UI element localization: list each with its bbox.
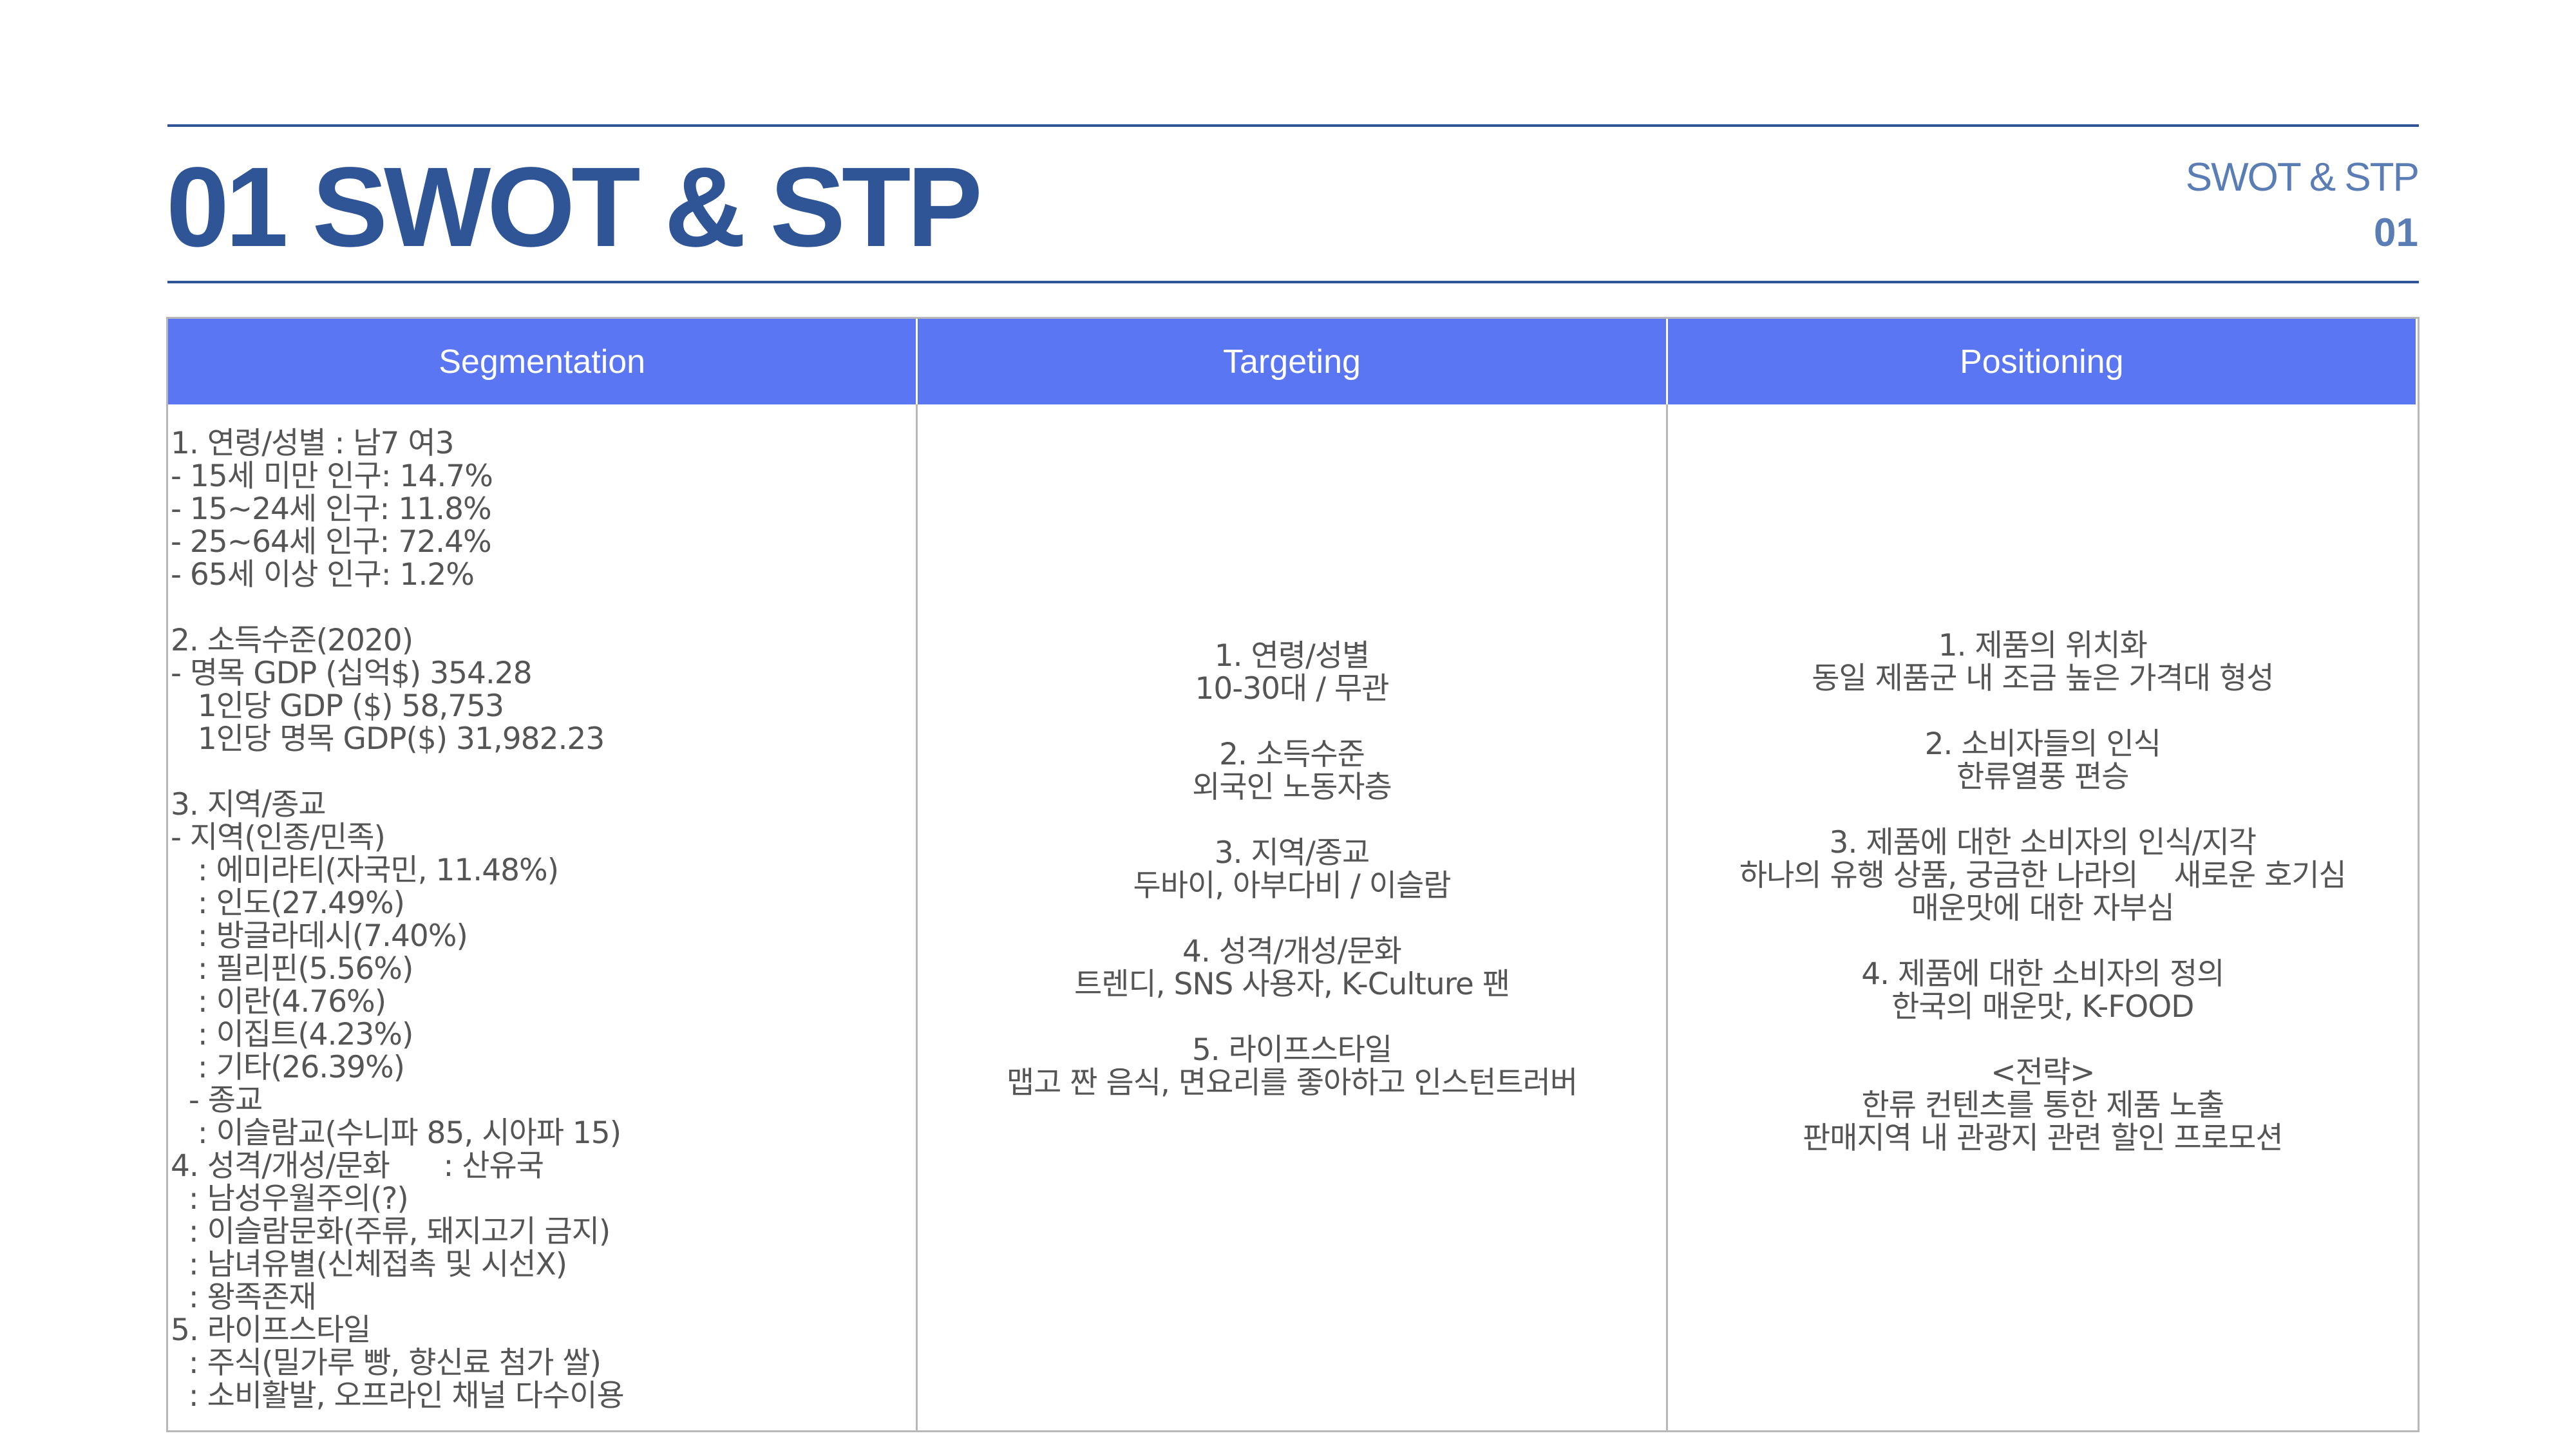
- header-positioning: Positioning: [1667, 319, 2418, 404]
- header-segmentation: Segmentation: [168, 319, 918, 404]
- segmentation-cell: 1. 연령/성별 : 남7 여3 - 15세 미만 인구: 14.7% - 15…: [168, 404, 918, 1430]
- targeting-cell: 1. 연령/성별 10-30대 / 무관 2. 소득수준 외국인 노동자층 3.…: [918, 404, 1668, 1430]
- stp-table: Segmentation Targeting Positioning 1. 연령…: [166, 317, 2420, 1432]
- section-number: 01: [2374, 211, 2418, 255]
- positioning-cell: 1. 제품의 위치화 동일 제품군 내 조금 높은 가격대 형성 2. 소비자들…: [1739, 627, 2347, 1156]
- bottom-divider: [167, 281, 2419, 283]
- header-targeting: Targeting: [918, 319, 1668, 404]
- top-divider: [167, 124, 2419, 127]
- section-label: SWOT & STP: [2185, 155, 2420, 200]
- page-title: 01 SWOT & STP: [166, 144, 983, 270]
